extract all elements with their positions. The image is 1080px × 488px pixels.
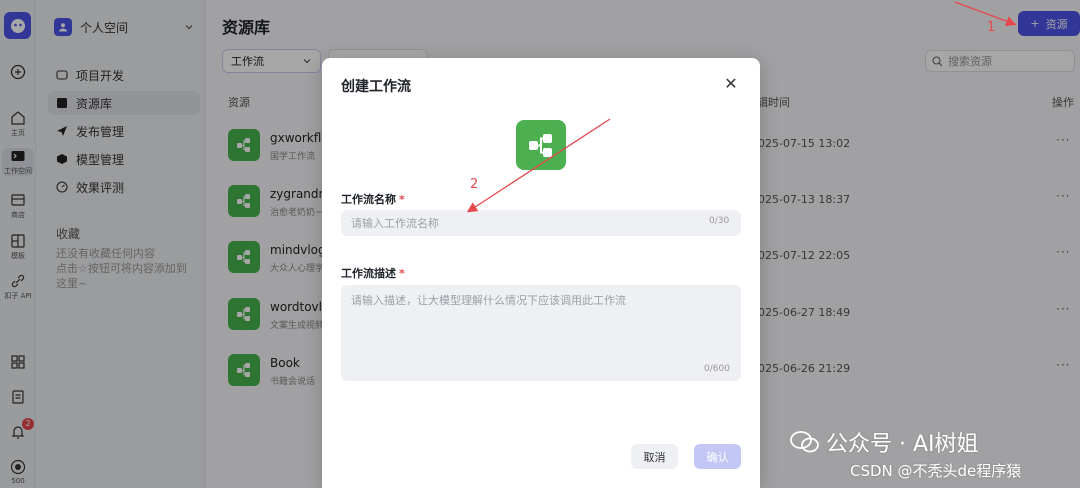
wechat-icon	[790, 431, 819, 453]
annotation-step-2: 2	[470, 177, 479, 192]
arrow-to-name-input	[466, 118, 611, 213]
watermark-wechat: 公众号 · AI树姐	[790, 426, 979, 458]
annotation-step-1: 1	[987, 20, 996, 35]
watermark-line2: CSDN @不秃头de程序猿	[850, 462, 1022, 480]
watermark-line1: 公众号 · AI树姐	[826, 432, 979, 457]
arrow-to-add-button	[954, 1, 1017, 27]
annotation-arrows	[466, 1, 1017, 213]
